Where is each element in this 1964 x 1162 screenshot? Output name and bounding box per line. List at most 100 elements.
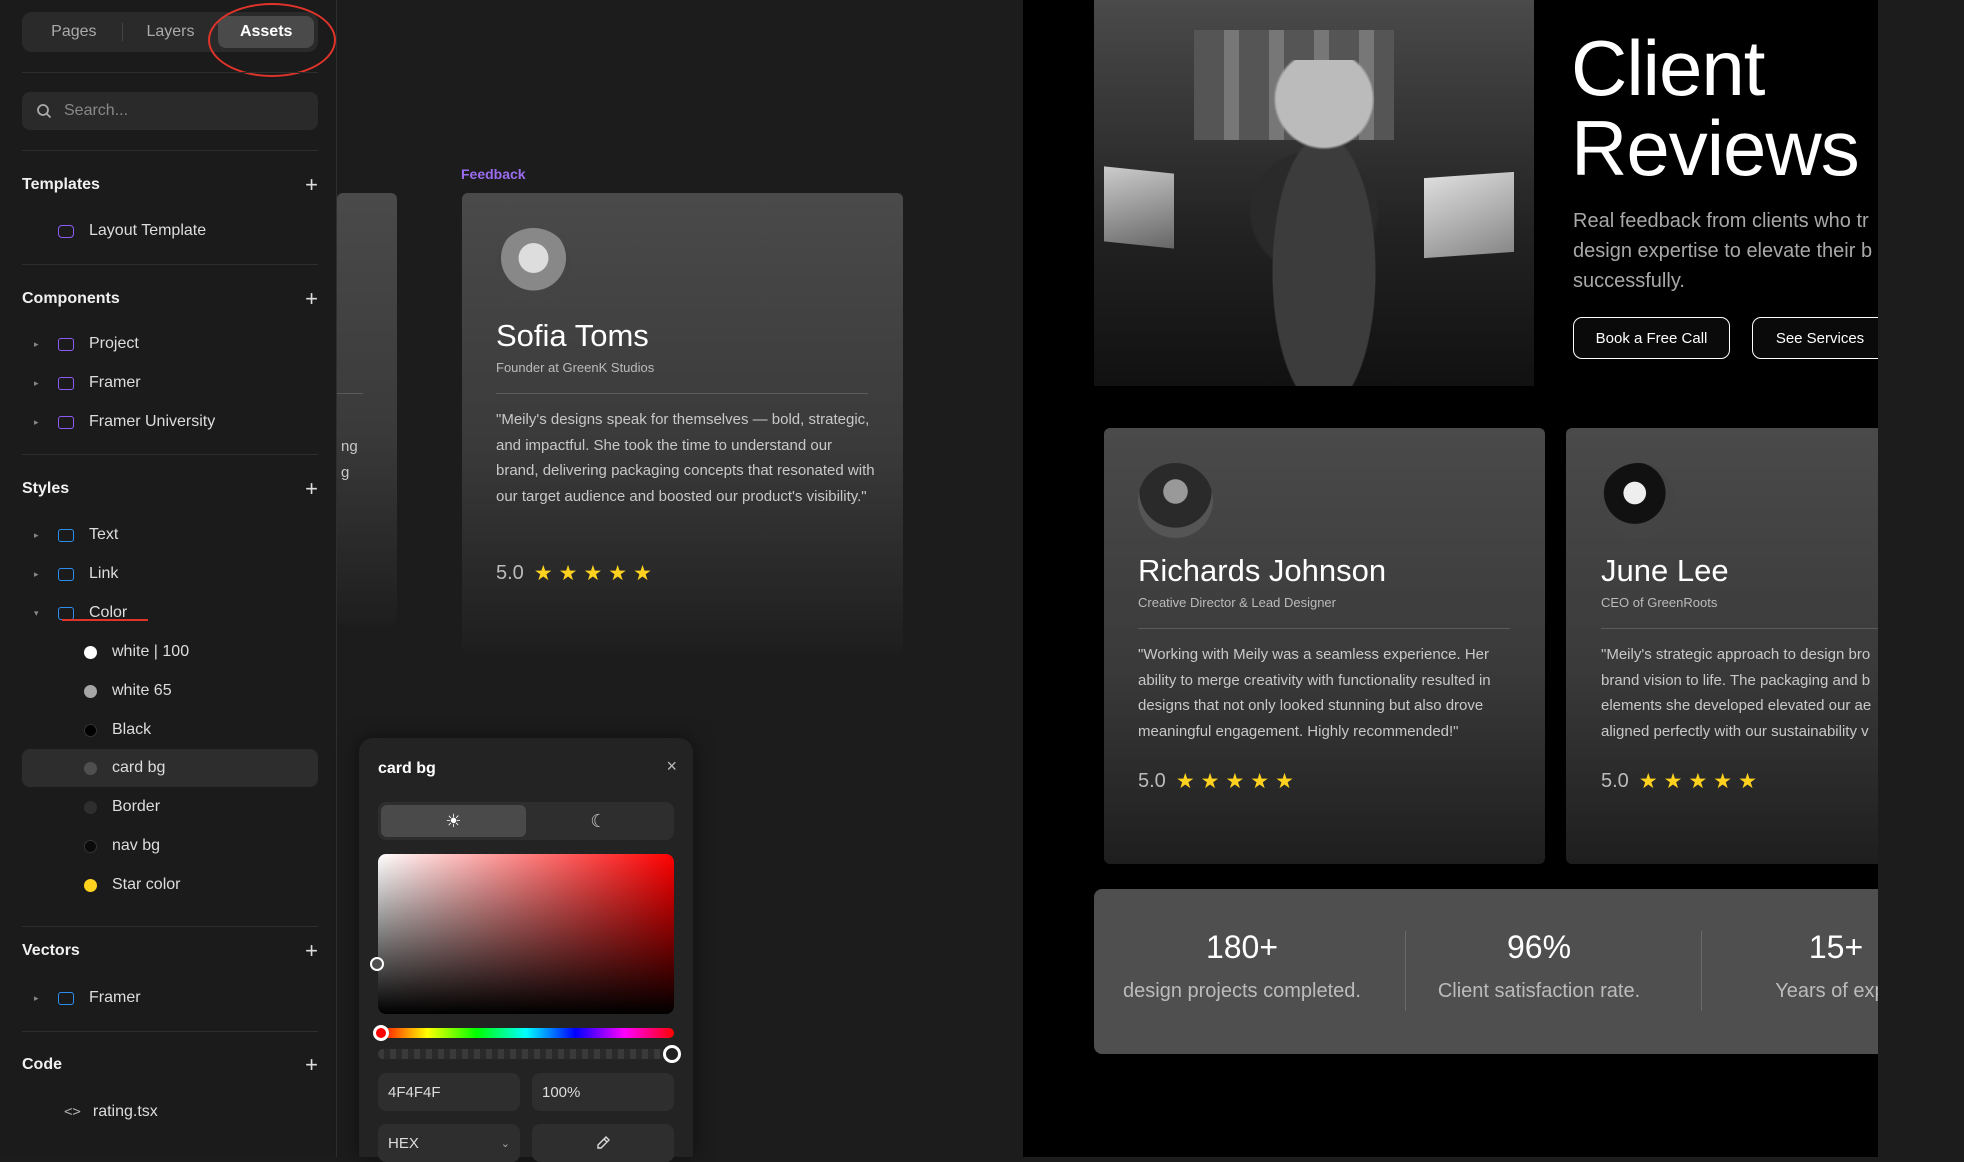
reviewer-name: Sofia Toms: [496, 318, 649, 353]
alpha-slider[interactable]: [378, 1049, 674, 1059]
card-divider: [496, 393, 868, 394]
chevron-right-icon: ▸: [34, 416, 39, 427]
section-title: Styles: [22, 480, 70, 497]
stat-item: 96% Client satisfaction rate.: [1391, 929, 1687, 1003]
style-folder-color[interactable]: ▾ Color: [22, 594, 318, 632]
tab-pages[interactable]: Pages: [26, 16, 122, 48]
star-icon: ★: [533, 562, 553, 585]
color-style-item[interactable]: Star color: [22, 866, 318, 904]
star-icon: ★: [1663, 770, 1683, 793]
add-component-button[interactable]: +: [305, 286, 318, 312]
star-icon: ★: [1225, 770, 1245, 793]
review-quote: "Working with Meily was a seamless exper…: [1138, 646, 1491, 740]
review-quote: "Meily's strategic approach to design br…: [1601, 646, 1872, 740]
search-input[interactable]: Search...: [22, 92, 318, 130]
tab-layers[interactable]: Layers: [123, 16, 219, 48]
add-code-button[interactable]: +: [305, 1052, 318, 1078]
color-style-item[interactable]: nav bg: [22, 827, 318, 865]
see-services-button[interactable]: See Services: [1752, 317, 1878, 359]
review-card: Richards Johnson Creative Director & Lea…: [1104, 428, 1545, 864]
frame-label[interactable]: Feedback: [461, 166, 526, 182]
add-style-button[interactable]: +: [305, 476, 318, 502]
section-code: Code +: [22, 1052, 318, 1078]
star-icon: ★: [1175, 770, 1195, 793]
item-label: rating.tsx: [92, 1103, 158, 1120]
rating: 5.0 ★ ★ ★ ★ ★: [1601, 769, 1757, 794]
theme-toggle: ☀ ☾: [378, 802, 674, 840]
rating-value: 5.0: [1138, 770, 1166, 792]
color-swatch: [84, 684, 97, 698]
folder-icon: [58, 567, 74, 581]
color-swatch: [84, 645, 97, 659]
assets-panel: Pages Layers Assets Search... Templates …: [0, 0, 337, 1157]
color-style-item[interactable]: white 65: [22, 672, 318, 710]
sun-icon[interactable]: ☀: [381, 805, 526, 837]
stat-label: design projects completed.: [1123, 980, 1361, 1002]
picker-title: card bg: [378, 760, 436, 777]
opacity-input[interactable]: 100%: [532, 1073, 674, 1111]
style-folder-text[interactable]: ▸ Text: [22, 516, 318, 554]
hex-input[interactable]: 4F4F4F: [378, 1073, 520, 1111]
color-style-item-selected[interactable]: card bg: [22, 749, 318, 787]
star-icon: ★: [1638, 770, 1658, 793]
add-template-button[interactable]: +: [305, 172, 318, 198]
hue-slider[interactable]: [378, 1028, 674, 1038]
divider: [22, 150, 318, 151]
card-divider: [1601, 628, 1878, 629]
item-label: Framer University: [89, 413, 216, 430]
template-item[interactable]: Layout Template: [22, 212, 318, 250]
item-label: white 65: [112, 682, 172, 699]
color-style-item[interactable]: white | 100: [22, 633, 318, 671]
color-style-item[interactable]: Border: [22, 788, 318, 826]
eyedropper-icon: [597, 1136, 610, 1149]
item-label: Framer: [89, 989, 141, 1006]
stat-label: Years of expe: [1775, 980, 1878, 1002]
eyedropper-button[interactable]: [532, 1124, 674, 1162]
avatar: [1601, 463, 1676, 538]
star-icon: ★: [1713, 770, 1733, 793]
chevron-right-icon: ▸: [34, 992, 39, 1003]
folder-icon: [58, 376, 74, 390]
divider: [22, 454, 318, 455]
stat-value: 15+: [1808, 929, 1864, 965]
close-icon[interactable]: ×: [666, 756, 677, 777]
avatar: [496, 228, 571, 303]
color-swatch: [84, 800, 97, 814]
color-swatch: [84, 839, 97, 853]
color-style-item[interactable]: Black: [22, 711, 318, 749]
section-title: Vectors: [22, 942, 80, 959]
star-icon: ★: [1275, 770, 1294, 793]
rating: 5.0 ★ ★ ★ ★ ★: [1138, 769, 1294, 794]
code-file-item[interactable]: <> rating.tsx: [22, 1093, 318, 1131]
stat-item: 180+ design projects completed.: [1094, 929, 1390, 1003]
saturation-area[interactable]: [378, 854, 674, 1014]
section-title: Code: [22, 1056, 62, 1073]
component-folder-framer[interactable]: ▸ Framer: [22, 364, 318, 402]
add-vector-button[interactable]: +: [305, 938, 318, 964]
section-styles: Styles +: [22, 476, 318, 502]
stat-value: 180+: [1205, 929, 1279, 965]
section-title: Templates: [22, 176, 100, 193]
vector-folder-framer[interactable]: ▸ Framer: [22, 979, 318, 1017]
moon-icon[interactable]: ☾: [526, 805, 671, 837]
rating-value: 5.0: [1601, 770, 1629, 792]
style-folder-link[interactable]: ▸ Link: [22, 555, 318, 593]
format-select[interactable]: HEX ⌄: [378, 1124, 520, 1162]
book-call-button[interactable]: Book a Free Call: [1573, 317, 1730, 359]
partial-card[interactable]: ng g: [337, 193, 397, 625]
component-folder-framer-university[interactable]: ▸ Framer University: [22, 403, 318, 441]
template-icon: [58, 224, 74, 238]
alpha-handle[interactable]: [663, 1045, 681, 1063]
hue-handle[interactable]: [373, 1025, 389, 1041]
stats-bar: 180+ design projects completed. 96% Clie…: [1094, 889, 1878, 1054]
component-folder-project[interactable]: ▸ Project: [22, 325, 318, 363]
avatar: [1138, 463, 1213, 538]
divider: [22, 264, 318, 265]
item-label: white | 100: [112, 643, 190, 660]
star-icon: ★: [608, 562, 628, 585]
item-label: card bg: [112, 759, 166, 776]
saturation-handle[interactable]: [370, 957, 384, 971]
chevron-right-icon: ▸: [34, 568, 39, 579]
review-card[interactable]: Sofia Toms Founder at GreenK Studios "Me…: [462, 193, 903, 653]
folder-icon: [58, 415, 74, 429]
